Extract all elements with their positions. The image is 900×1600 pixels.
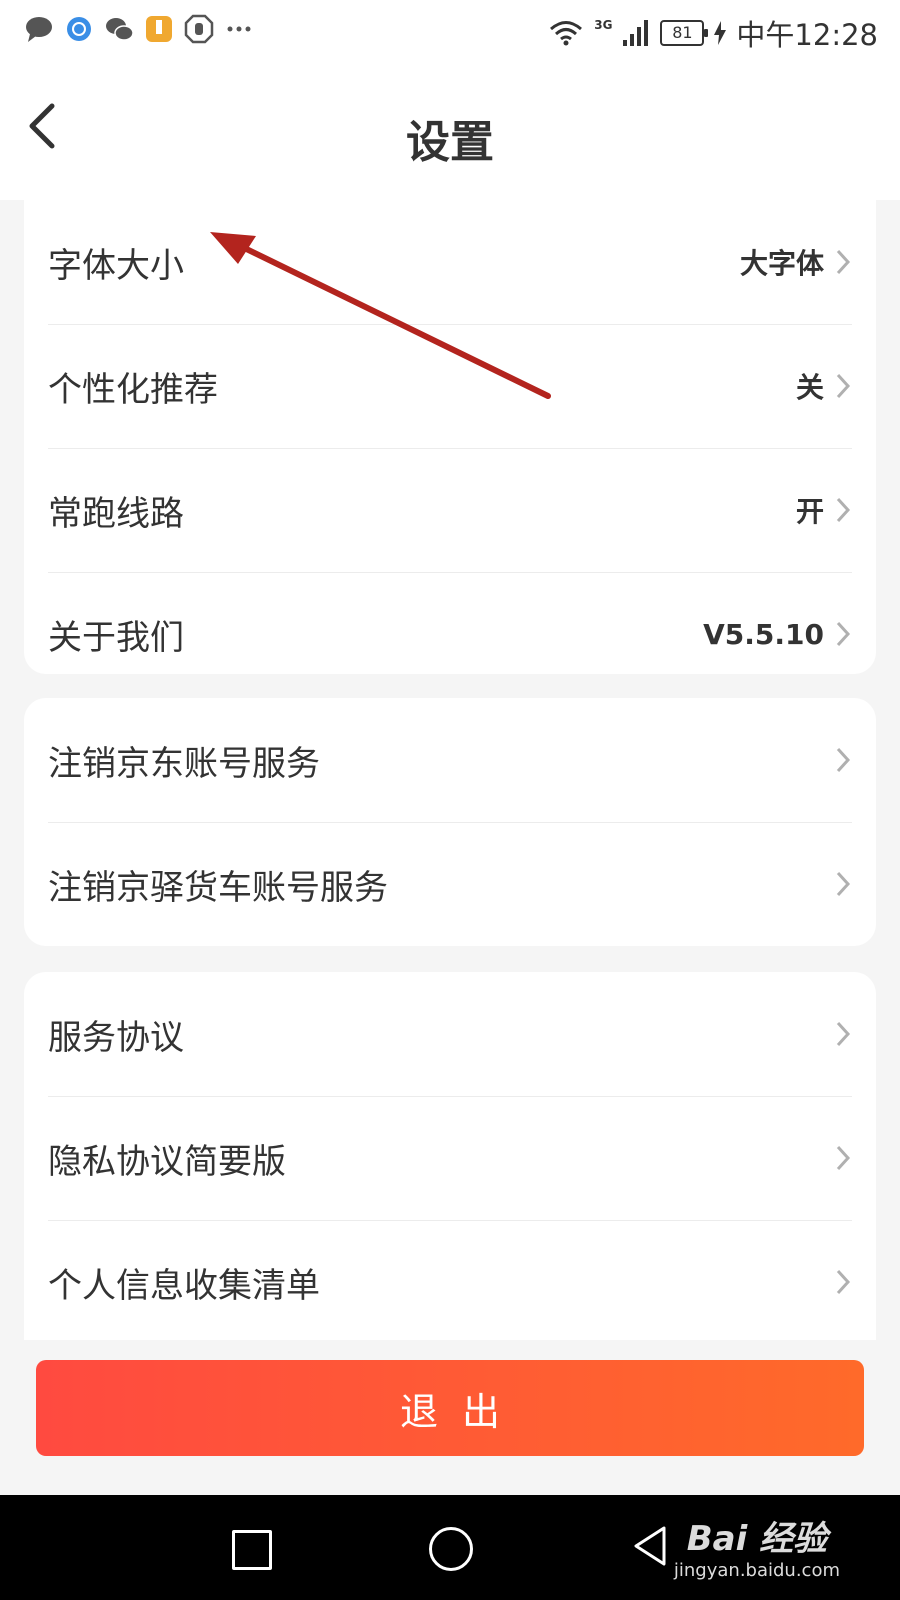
setting-privacy-summary[interactable]: 隐私协议简要版 bbox=[48, 1096, 852, 1221]
chevron-right-icon bbox=[836, 747, 851, 773]
wifi-icon bbox=[550, 21, 583, 46]
setting-personal-info-list[interactable]: 个人信息收集清单 bbox=[48, 1220, 852, 1344]
setting-label: 关于我们 bbox=[48, 617, 184, 658]
setting-value: 大字体 bbox=[739, 247, 824, 280]
chevron-right-icon bbox=[836, 1021, 851, 1047]
system-nav-bar: Bai 经验 jingyan.baidu.com bbox=[0, 1495, 900, 1600]
setting-personalized-recommendation[interactable]: 个性化推荐 关 bbox=[48, 324, 852, 449]
settings-section-legal: 服务协议 隐私协议简要版 个人信息收集清单 bbox=[24, 972, 876, 1352]
setting-service-agreement[interactable]: 服务协议 bbox=[48, 972, 852, 1097]
baidu-watermark: Bai 经验 jingyan.baidu.com bbox=[674, 1511, 840, 1581]
setting-label: 常跑线路 bbox=[48, 493, 184, 534]
setting-label: 个性化推荐 bbox=[48, 369, 218, 410]
chevron-right-icon bbox=[836, 1145, 851, 1171]
page-title: 设置 bbox=[406, 117, 494, 168]
home-button[interactable] bbox=[429, 1527, 473, 1571]
setting-label: 个人信息收集清单 bbox=[48, 1265, 320, 1306]
chevron-right-icon bbox=[836, 373, 851, 399]
setting-label: 服务协议 bbox=[48, 1017, 184, 1058]
back-triangle-icon[interactable] bbox=[632, 1525, 668, 1567]
setting-font-size[interactable]: 字体大小 大字体 bbox=[48, 200, 852, 325]
settings-section-general: 字体大小 大字体 个性化推荐 关 常跑线路 开 关于我们 V5.5.10 bbox=[24, 200, 876, 674]
setting-label: 字体大小 bbox=[48, 245, 184, 286]
setting-label: 注销京东账号服务 bbox=[48, 743, 320, 784]
setting-frequent-routes[interactable]: 常跑线路 开 bbox=[48, 448, 852, 573]
setting-label: 隐私协议简要版 bbox=[48, 1141, 286, 1182]
chevron-right-icon bbox=[836, 249, 851, 275]
chevron-right-icon bbox=[836, 871, 851, 897]
chevron-right-icon bbox=[836, 1269, 851, 1295]
browser-icon bbox=[67, 17, 91, 41]
setting-cancel-jd-account[interactable]: 注销京东账号服务 bbox=[48, 698, 852, 823]
settings-section-account: 注销京东账号服务 注销京驿货车账号服务 bbox=[24, 698, 876, 946]
chevron-right-icon bbox=[836, 497, 851, 523]
signal-icon bbox=[623, 20, 649, 46]
system-status: 3G 81 中午12:28 bbox=[548, 12, 878, 54]
app-header: 设置 bbox=[0, 60, 900, 200]
app-icon bbox=[146, 16, 172, 42]
wechat-icon bbox=[106, 18, 134, 41]
setting-label: 注销京驿货车账号服务 bbox=[48, 867, 388, 908]
watermark-brand: Bai 经验 bbox=[686, 1519, 828, 1559]
setting-cancel-truck-account[interactable]: 注销京驿货车账号服务 bbox=[48, 822, 852, 946]
setting-about-us[interactable]: 关于我们 V5.5.10 bbox=[48, 572, 852, 696]
message-icon bbox=[26, 17, 52, 42]
hand-icon bbox=[184, 14, 214, 44]
network-type: 3G bbox=[594, 18, 613, 32]
recent-apps-button[interactable] bbox=[232, 1530, 272, 1570]
setting-value: 关 bbox=[795, 371, 824, 404]
more-icon bbox=[227, 26, 251, 32]
notification-icons bbox=[24, 14, 254, 44]
logout-button[interactable]: 退出 bbox=[36, 1360, 864, 1456]
battery-indicator: 81 bbox=[660, 20, 709, 46]
setting-value: 开 bbox=[795, 495, 824, 528]
status-bar: 3G 81 中午12:28 bbox=[0, 0, 900, 60]
chevron-right-icon bbox=[836, 621, 851, 647]
charging-icon bbox=[714, 21, 727, 45]
clock: 中午12:28 bbox=[736, 18, 878, 52]
setting-value: V5.5.10 bbox=[703, 617, 824, 651]
watermark-url: jingyan.baidu.com bbox=[673, 1560, 840, 1581]
